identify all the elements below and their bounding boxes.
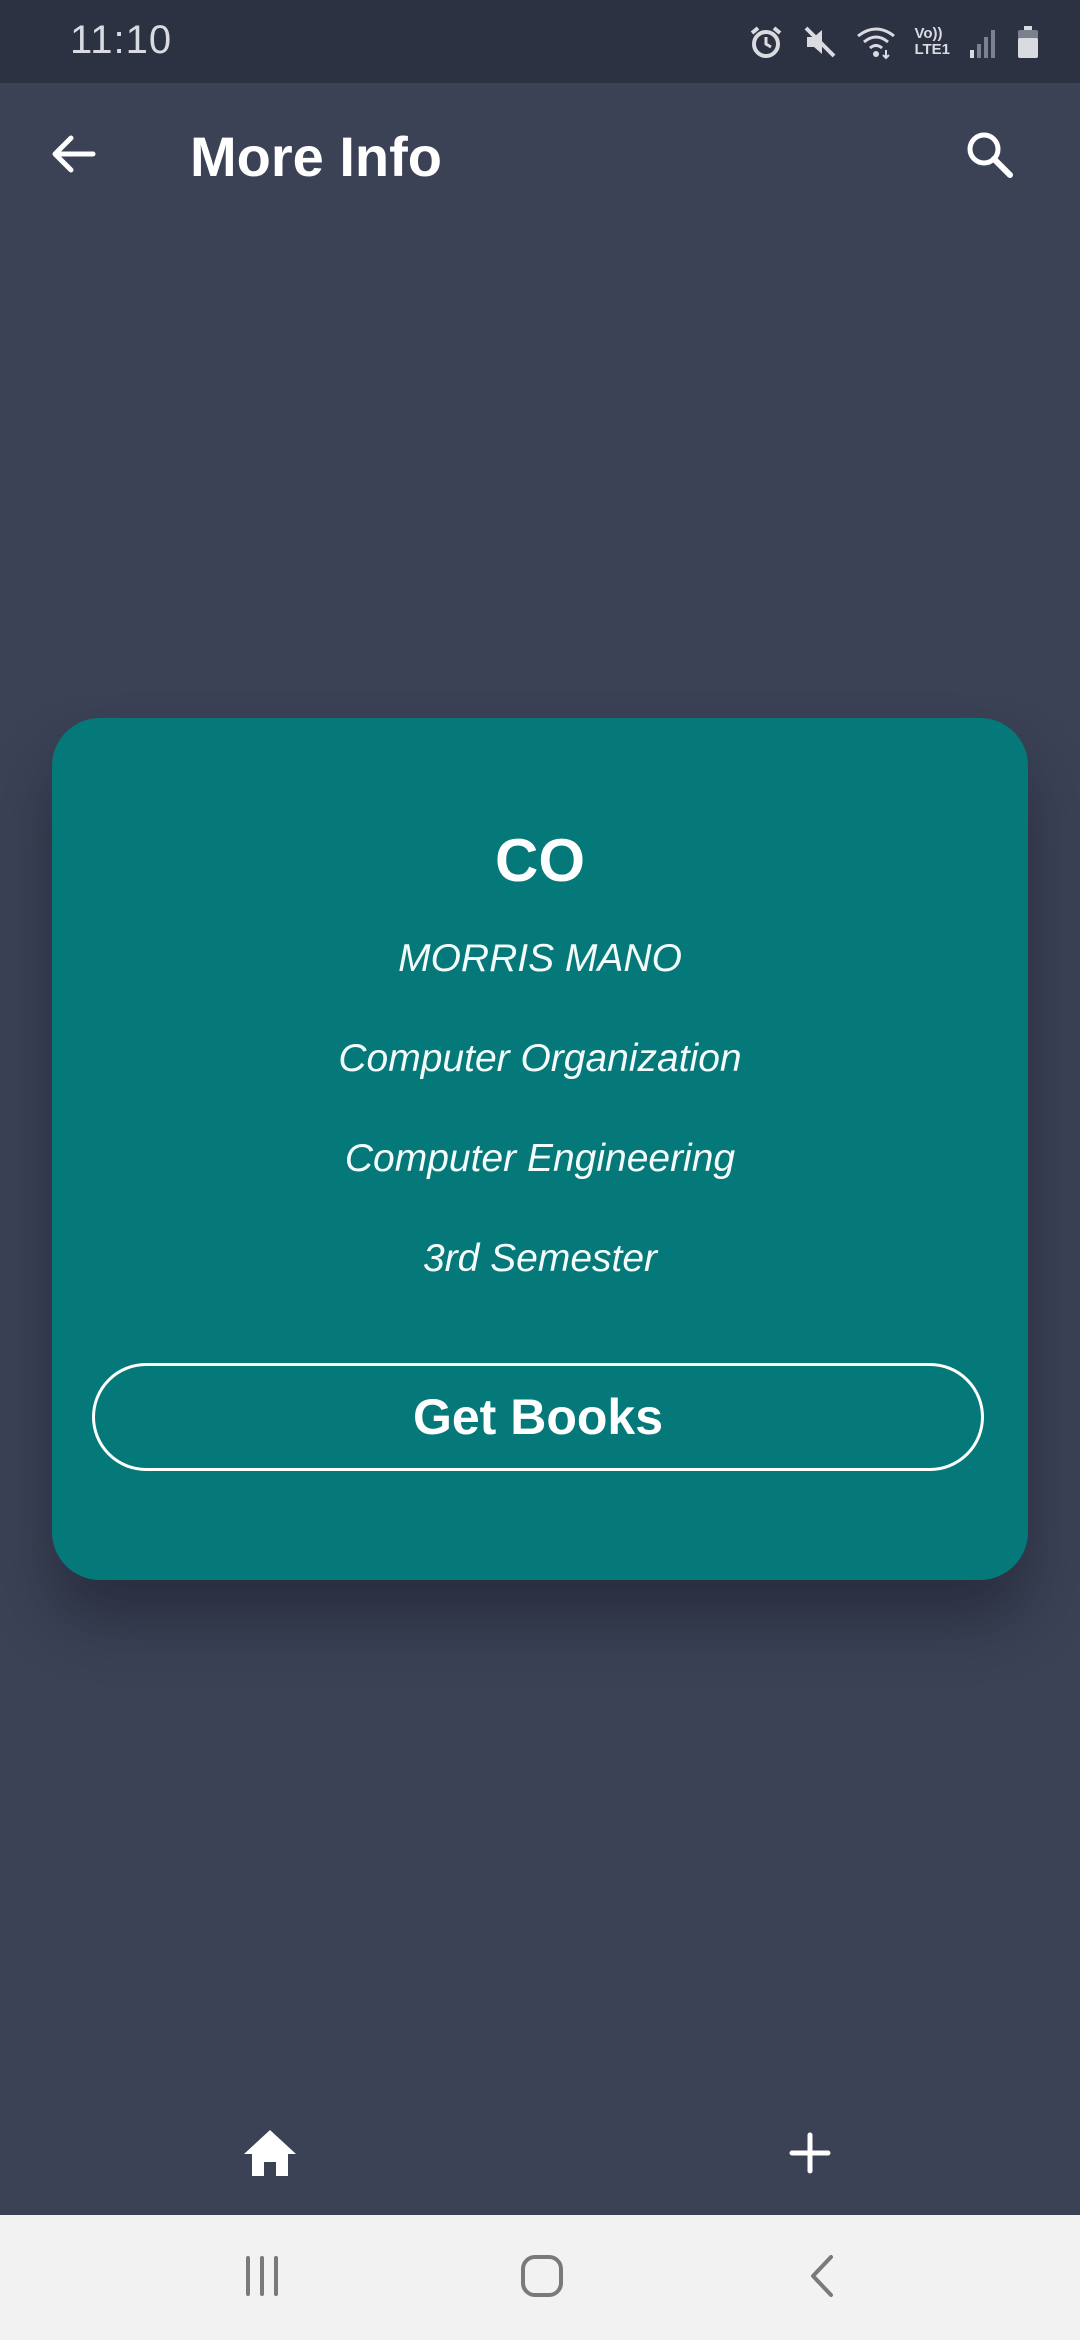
system-back-button[interactable] xyxy=(782,2245,862,2311)
app-bar: More Info xyxy=(0,83,1080,229)
recents-button[interactable] xyxy=(222,2245,302,2311)
status-bar: 11:10 Vo)) LTE1 xyxy=(0,0,1080,83)
course-code: CO xyxy=(495,827,585,894)
battery-icon xyxy=(1016,24,1040,60)
mute-icon xyxy=(802,24,838,60)
arrow-left-icon xyxy=(49,130,97,183)
book-info-card: CO MORRIS MANO Computer Organization Com… xyxy=(52,718,1028,1580)
lte-indicator: Vo)) LTE1 xyxy=(914,26,950,58)
lte-label: LTE1 xyxy=(914,41,950,58)
system-nav-bar xyxy=(0,2215,1080,2340)
subject-name: Computer Organization xyxy=(338,1037,742,1080)
status-time: 11:10 xyxy=(70,18,173,62)
status-icons: Vo)) LTE1 xyxy=(748,20,1040,64)
plus-icon xyxy=(788,2131,832,2180)
home-tab-button[interactable] xyxy=(230,2115,310,2195)
get-books-button[interactable]: Get Books xyxy=(92,1363,984,1471)
search-icon xyxy=(964,129,1014,184)
author-name: MORRIS MANO xyxy=(398,937,682,980)
home-icon xyxy=(242,2128,298,2183)
back-chevron-icon xyxy=(805,2253,839,2304)
home-circle-icon xyxy=(519,2253,565,2304)
wifi-icon xyxy=(856,24,896,60)
semester-label: 3rd Semester xyxy=(422,1237,658,1280)
page-title: More Info xyxy=(190,125,442,188)
volte-label: Vo)) xyxy=(914,25,943,42)
search-button[interactable] xyxy=(956,123,1022,189)
recents-icon xyxy=(240,2254,284,2303)
bottom-bar xyxy=(0,2090,1080,2215)
department-name: Computer Engineering xyxy=(344,1137,736,1180)
add-button[interactable] xyxy=(770,2115,850,2195)
alarm-icon xyxy=(748,24,784,60)
signal-icon xyxy=(968,24,998,60)
system-home-button[interactable] xyxy=(502,2245,582,2311)
back-button[interactable] xyxy=(40,123,106,189)
